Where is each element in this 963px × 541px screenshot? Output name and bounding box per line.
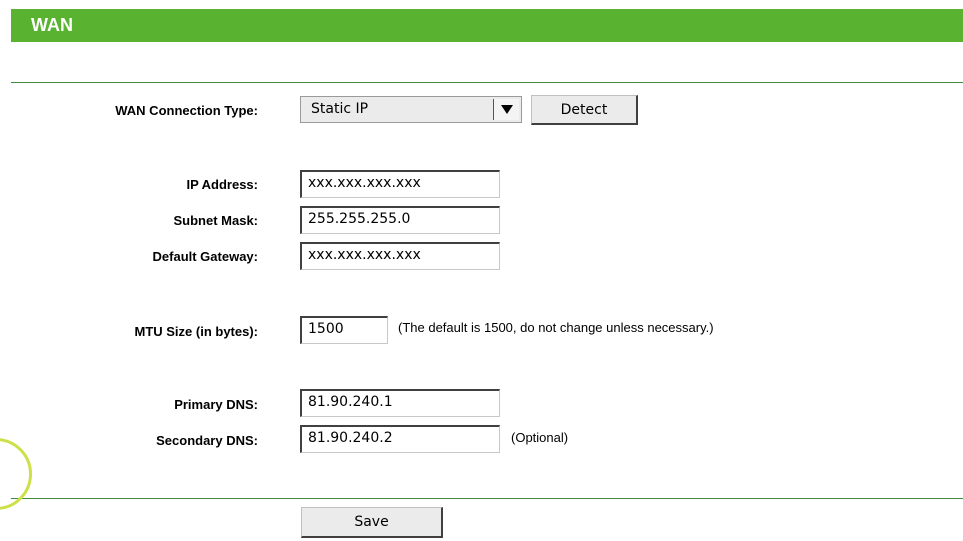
save-button[interactable]: Save (301, 507, 443, 538)
detect-button[interactable]: Detect (531, 95, 638, 125)
primary-dns-label: Primary DNS: (174, 397, 258, 412)
default-gateway-label: Default Gateway: (152, 249, 258, 264)
secondary-dns-hint: (Optional) (511, 430, 569, 445)
default-gateway-input[interactable]: xxx.xxx.xxx.xxx (300, 242, 500, 270)
mtu-size-label: MTU Size (in bytes): (134, 324, 258, 339)
page-header: WAN (11, 9, 963, 42)
subnet-mask-label: Subnet Mask: (173, 213, 258, 228)
wan-connection-type-value: Static IP (311, 101, 369, 117)
primary-dns-input[interactable]: 81.90.240.1 (300, 389, 500, 417)
page-title: WAN (31, 15, 73, 35)
ip-address-label: IP Address: (186, 177, 258, 192)
bottom-divider (11, 498, 963, 499)
decorative-circle (0, 438, 32, 510)
chevron-down-icon[interactable] (493, 99, 519, 120)
secondary-dns-label: Secondary DNS: (156, 433, 258, 448)
wan-connection-type-label: WAN Connection Type: (115, 103, 258, 118)
ip-address-input[interactable]: xxx.xxx.xxx.xxx (300, 170, 500, 198)
subnet-mask-input[interactable]: 255.255.255.0 (300, 206, 500, 234)
top-divider (11, 82, 963, 83)
wan-connection-type-select[interactable]: Static IP (300, 96, 522, 123)
secondary-dns-input[interactable]: 81.90.240.2 (300, 425, 500, 453)
mtu-size-input[interactable]: 1500 (300, 316, 388, 344)
mtu-size-hint: (The default is 1500, do not change unle… (398, 320, 714, 335)
